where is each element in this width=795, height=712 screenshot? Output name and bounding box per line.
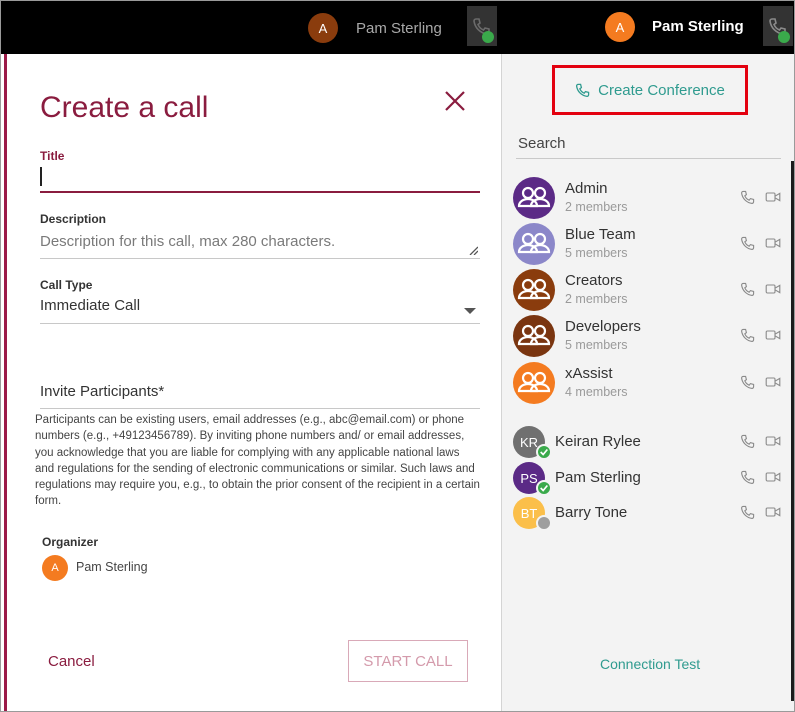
phone-icon[interactable] bbox=[740, 374, 756, 390]
group-avatar-icon bbox=[513, 315, 555, 357]
group-member-count: 4 members bbox=[565, 385, 628, 399]
scrollbar[interactable] bbox=[791, 161, 794, 701]
phone-icon[interactable] bbox=[740, 433, 756, 449]
group-member-count: 2 members bbox=[565, 200, 628, 214]
phone-icon[interactable] bbox=[740, 281, 756, 297]
video-camera-icon[interactable] bbox=[765, 189, 781, 205]
user-name: Barry Tone bbox=[555, 504, 628, 521]
user-name: Pam Sterling bbox=[555, 469, 641, 486]
group-row[interactable]: Creators 2 members bbox=[511, 269, 783, 313]
online-status-dot bbox=[482, 31, 494, 43]
left-header-user-name: Pam Sterling bbox=[356, 20, 442, 37]
create-call-panel: A Pam Sterling Create a call Title Descr… bbox=[1, 1, 501, 711]
group-member-count: 5 members bbox=[565, 338, 628, 352]
group-name: Admin bbox=[565, 180, 608, 197]
video-camera-icon[interactable] bbox=[765, 469, 781, 485]
online-status-dot bbox=[778, 31, 790, 43]
phone-icon[interactable] bbox=[740, 469, 756, 485]
app-window: A Pam Sterling Create a call Title Descr… bbox=[0, 0, 795, 712]
call-type-label: Call Type bbox=[40, 278, 93, 292]
avatar-initial: A bbox=[318, 20, 328, 36]
participants-disclaimer: Participants can be existing users, emai… bbox=[35, 414, 480, 508]
group-name: Blue Team bbox=[565, 226, 636, 243]
search-input[interactable]: Search bbox=[518, 135, 566, 152]
right-header-user-name: Pam Sterling bbox=[652, 18, 744, 35]
group-member-count: 2 members bbox=[565, 292, 628, 306]
avatar-initials: PS bbox=[520, 470, 538, 486]
cancel-button[interactable]: Cancel bbox=[48, 653, 95, 670]
group-avatar-icon bbox=[513, 362, 555, 404]
avatar-initial: A bbox=[615, 19, 625, 35]
create-conference-button[interactable]: Create Conference bbox=[552, 65, 748, 115]
group-name: Creators bbox=[565, 272, 623, 289]
resize-handle-icon[interactable] bbox=[468, 245, 478, 255]
search-underline bbox=[516, 158, 781, 159]
presence-status-icon bbox=[536, 444, 552, 460]
presence-status-icon bbox=[536, 480, 552, 496]
group-avatar-icon bbox=[513, 177, 555, 219]
organizer-avatar: A bbox=[42, 555, 68, 581]
dialog-title: Create a call bbox=[40, 91, 209, 124]
organizer-name: Pam Sterling bbox=[76, 560, 148, 574]
group-name: Developers bbox=[565, 318, 641, 335]
group-row[interactable]: Developers 5 members bbox=[511, 315, 783, 359]
user-row[interactable]: BT Barry Tone bbox=[511, 497, 783, 541]
description-field-label: Description bbox=[40, 212, 107, 226]
presence-status-icon bbox=[536, 515, 552, 531]
right-header-avatar[interactable]: A bbox=[605, 12, 635, 42]
call-type-underline bbox=[40, 323, 480, 324]
avatar-initials: BT bbox=[520, 505, 538, 521]
title-field-label: Title bbox=[40, 149, 65, 163]
group-avatar-icon bbox=[513, 269, 555, 311]
left-header-avatar[interactable]: A bbox=[308, 13, 338, 43]
avatar-initials: KR bbox=[519, 434, 539, 450]
create-conference-label: Create Conference bbox=[598, 81, 725, 99]
chevron-down-icon[interactable] bbox=[464, 308, 476, 314]
video-camera-icon[interactable] bbox=[765, 235, 781, 251]
group-row[interactable]: xAssist 4 members bbox=[511, 362, 783, 406]
panel-divider bbox=[501, 54, 502, 711]
description-field-underline bbox=[40, 258, 480, 259]
group-member-count: 5 members bbox=[565, 246, 628, 260]
start-call-button[interactable]: START CALL bbox=[348, 640, 468, 682]
group-row[interactable]: Admin 2 members bbox=[511, 177, 783, 221]
connection-test-link[interactable]: Connection Test bbox=[600, 656, 700, 672]
avatar-initial: A bbox=[51, 562, 59, 574]
description-input[interactable]: Description for this call, max 280 chara… bbox=[40, 233, 335, 250]
phone-icon[interactable] bbox=[740, 189, 756, 205]
video-camera-icon[interactable] bbox=[765, 374, 781, 390]
call-type-select[interactable]: Immediate Call bbox=[40, 297, 140, 314]
video-camera-icon[interactable] bbox=[765, 504, 781, 520]
group-avatar-icon bbox=[513, 223, 555, 265]
title-field-underline bbox=[40, 191, 480, 193]
right-top-bar: A Pam Sterling bbox=[501, 1, 794, 54]
phone-icon[interactable] bbox=[740, 235, 756, 251]
title-input[interactable] bbox=[40, 167, 470, 187]
group-name: xAssist bbox=[565, 365, 613, 382]
panel-accent-line bbox=[4, 54, 7, 711]
phone-status-tab[interactable] bbox=[467, 6, 497, 46]
video-camera-icon[interactable] bbox=[765, 433, 781, 449]
left-top-bar: A Pam Sterling bbox=[1, 1, 501, 54]
video-camera-icon[interactable] bbox=[765, 327, 781, 343]
video-camera-icon[interactable] bbox=[765, 281, 781, 297]
organizer-label: Organizer bbox=[42, 535, 99, 549]
phone-status-tab[interactable] bbox=[763, 6, 793, 46]
phone-icon[interactable] bbox=[740, 504, 756, 520]
group-row[interactable]: Blue Team 5 members bbox=[511, 223, 783, 267]
user-name: Keiran Rylee bbox=[555, 433, 641, 450]
phone-icon bbox=[576, 83, 590, 98]
phone-icon[interactable] bbox=[740, 327, 756, 343]
invite-field-underline bbox=[40, 408, 480, 409]
invite-participants-input[interactable]: Invite Participants* bbox=[40, 383, 164, 400]
close-icon[interactable] bbox=[441, 87, 469, 115]
contacts-sidebar: A Pam Sterling Create Conference Search … bbox=[501, 1, 794, 711]
